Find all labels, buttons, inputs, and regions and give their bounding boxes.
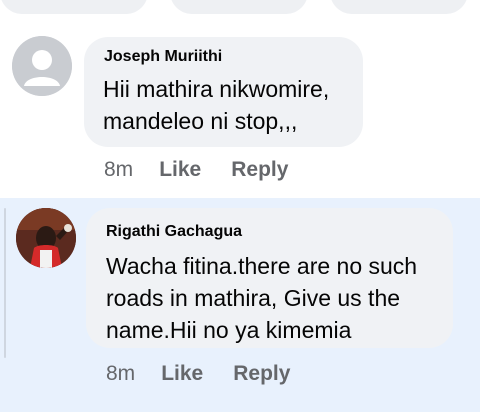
- comment-author[interactable]: Rigathi Gachagua: [106, 223, 242, 241]
- comment-text: Wacha fitina.there are no such roads in …: [106, 253, 418, 343]
- comments-thread: Joseph Muriithi Hii mathira nikwomire, m…: [0, 0, 480, 412]
- avatar[interactable]: [16, 208, 76, 268]
- comment-text: Hii mathira nikwomire, mandeleo ni stop,…: [103, 76, 330, 134]
- reply-button[interactable]: Reply: [233, 362, 290, 386]
- comment-item: Joseph Muriithi Hii mathira nikwomire, m…: [0, 30, 480, 198]
- like-button[interactable]: Like: [159, 158, 201, 182]
- comment-timestamp[interactable]: 8m: [104, 158, 133, 182]
- like-button[interactable]: Like: [161, 362, 203, 386]
- thread-line: [4, 208, 6, 358]
- comment-bubble[interactable]: Joseph Muriithi Hii mathira nikwomire, m…: [84, 37, 363, 147]
- reaction-chip[interactable]: [170, 0, 308, 14]
- reply-button[interactable]: Reply: [231, 158, 288, 182]
- default-profile-icon: [12, 36, 72, 96]
- avatar[interactable]: [12, 36, 72, 96]
- comment-item-highlighted: Rigathi Gachagua Wacha fitina.there are …: [0, 198, 480, 412]
- comment-actions: 8m Like Reply: [104, 158, 288, 182]
- comment-author[interactable]: Joseph Muriithi: [104, 48, 222, 66]
- profile-photo: [16, 208, 76, 268]
- reaction-chip[interactable]: [0, 0, 148, 14]
- comment-actions: 8m Like Reply: [106, 362, 290, 386]
- reaction-chip[interactable]: [330, 0, 468, 14]
- comment-timestamp[interactable]: 8m: [106, 362, 135, 386]
- comment-bubble[interactable]: Rigathi Gachagua Wacha fitina.there are …: [86, 208, 453, 348]
